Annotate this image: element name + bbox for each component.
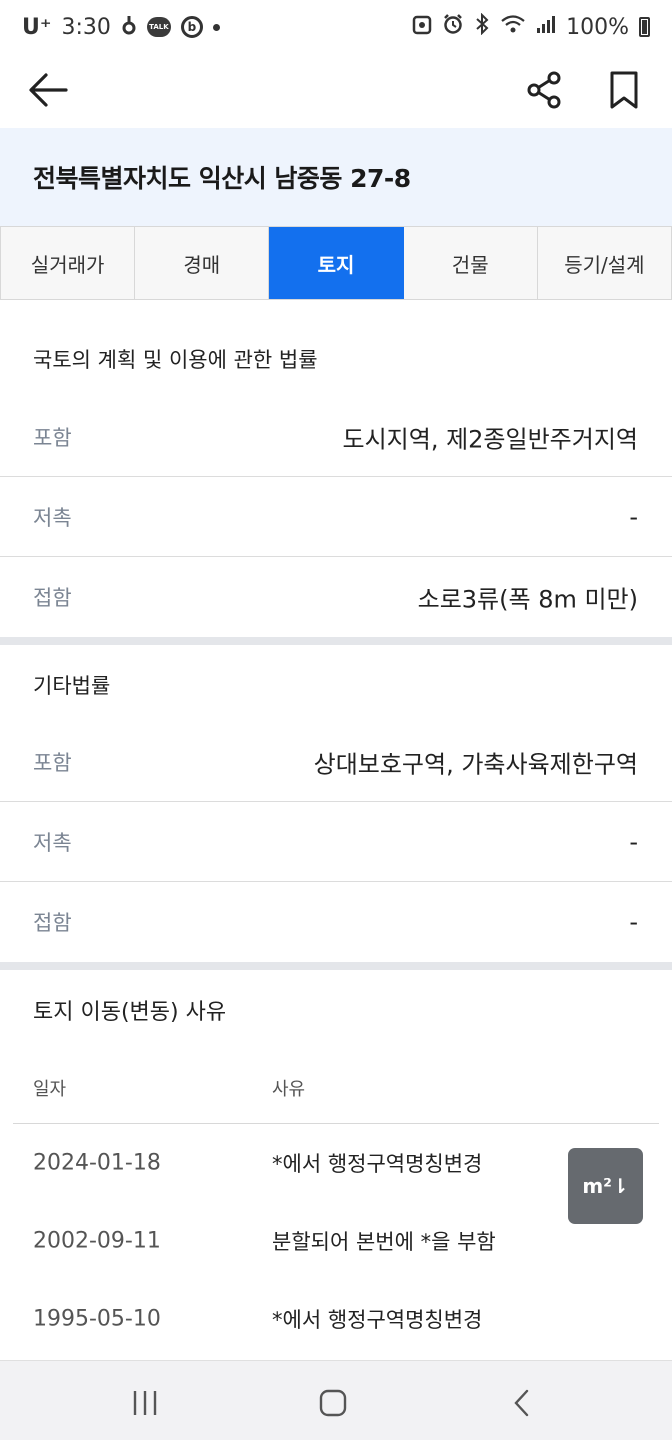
category-tabs: 실거래가 경매 토지 건물 등기/설계 <box>0 226 672 300</box>
arrow-left-icon <box>29 73 68 107</box>
back-button[interactable] <box>22 64 74 116</box>
wifi-icon <box>500 13 526 41</box>
section-divider <box>0 962 672 970</box>
battery-percent: 100% <box>566 14 629 40</box>
unit-toggle-label: m²⇂ <box>582 1174 629 1198</box>
home-icon <box>319 1389 347 1417</box>
page-title: 전북특별자치도 익산시 남중동 27-8 <box>33 164 411 193</box>
top-navigation <box>0 54 672 128</box>
row-label: 저촉 <box>33 830 72 855</box>
tab-registry-design[interactable]: 등기/설계 <box>537 227 672 299</box>
tab-land[interactable]: 토지 <box>269 227 404 299</box>
sync-icon <box>412 13 432 41</box>
row-label: 포함 <box>33 425 72 450</box>
row-label: 포함 <box>33 750 72 775</box>
unit-toggle-button[interactable]: m²⇂ <box>568 1148 643 1224</box>
recents-icon <box>133 1391 157 1415</box>
home-button[interactable] <box>305 1375 361 1431</box>
section-title-land-planning-law: 국토의 계획 및 이용에 관한 법률 <box>33 348 318 372</box>
row-value: - <box>629 908 638 936</box>
column-header-date: 일자 <box>33 1079 67 1100</box>
carrier-label: U⁺ <box>22 14 52 40</box>
row-value: - <box>629 827 638 856</box>
row-date: 2002-09-11 <box>33 1228 161 1254</box>
law-row-conflict: 저촉 - <box>0 477 672 557</box>
row-date: 2024-01-18 <box>33 1150 161 1176</box>
section-divider <box>0 637 672 645</box>
column-header-reason: 사유 <box>272 1079 306 1100</box>
row-value: 상대보호구역, 가축사육제한구역 <box>313 750 638 778</box>
tab-building[interactable]: 건물 <box>403 227 538 299</box>
bluetooth-icon <box>474 12 490 41</box>
share-button[interactable] <box>518 64 570 116</box>
more-notifications-dot <box>212 23 220 31</box>
bookmark-icon <box>610 71 638 109</box>
row-label: 저촉 <box>33 505 72 530</box>
share-icon <box>527 71 561 109</box>
other-law-row-adjacent: 접함 - <box>0 882 672 962</box>
status-bar-left: U⁺ 3:30 TALK b <box>22 14 220 41</box>
row-value: 소로3류(폭 8m 미만) <box>417 585 638 614</box>
recents-button[interactable] <box>117 1375 173 1431</box>
section-title-other-laws: 기타법률 <box>33 674 111 698</box>
tab-auction[interactable]: 경매 <box>135 227 270 299</box>
row-label: 접함 <box>33 586 72 610</box>
alarm-icon <box>442 13 464 41</box>
table-header: 일자 사유 <box>0 1052 672 1124</box>
section-title-land-change-reason: 토지 이동(변동) 사유 <box>33 1000 227 1025</box>
row-value: 도시지역, 제2종일반주거지역 <box>342 425 639 453</box>
row-reason: *에서 행정구역명칭변경 <box>272 1308 483 1332</box>
status-bar-right: 100% <box>412 12 650 41</box>
row-label: 접함 <box>33 911 72 935</box>
clock: 3:30 <box>61 14 111 40</box>
nav-back-button[interactable] <box>494 1375 550 1431</box>
row-date: 1995-05-10 <box>33 1306 161 1332</box>
other-law-row-conflict: 저촉 - <box>0 802 672 882</box>
row-value: - <box>629 502 638 531</box>
status-bar: U⁺ 3:30 TALK b 100% <box>0 0 672 54</box>
nav-back-icon <box>514 1389 529 1417</box>
bookmark-button[interactable] <box>598 64 650 116</box>
notification-icon <box>121 14 137 41</box>
law-row-adjacent: 접함 소로3류(폭 8m 미만) <box>0 557 672 637</box>
battery-icon <box>639 17 650 37</box>
tab-real-transaction[interactable]: 실거래가 <box>0 227 136 299</box>
kakaotalk-icon: TALK <box>146 17 171 37</box>
address-banner: 전북특별자치도 익산시 남중동 27-8 <box>0 128 672 226</box>
table-row: 1995-05-10 *에서 행정구역명칭변경 <box>0 1280 672 1358</box>
row-reason: *에서 행정구역명칭변경 <box>272 1152 483 1176</box>
signal-icon <box>536 13 556 41</box>
system-navigation-bar <box>0 1360 672 1440</box>
law-row-include: 포함 도시지역, 제2종일반주거지역 <box>0 397 672 477</box>
other-law-row-include: 포함 상대보호구역, 가축사육제한구역 <box>0 722 672 802</box>
row-reason: 분할되어 본번에 *을 부함 <box>272 1230 496 1254</box>
b-app-icon: b <box>180 16 203 38</box>
